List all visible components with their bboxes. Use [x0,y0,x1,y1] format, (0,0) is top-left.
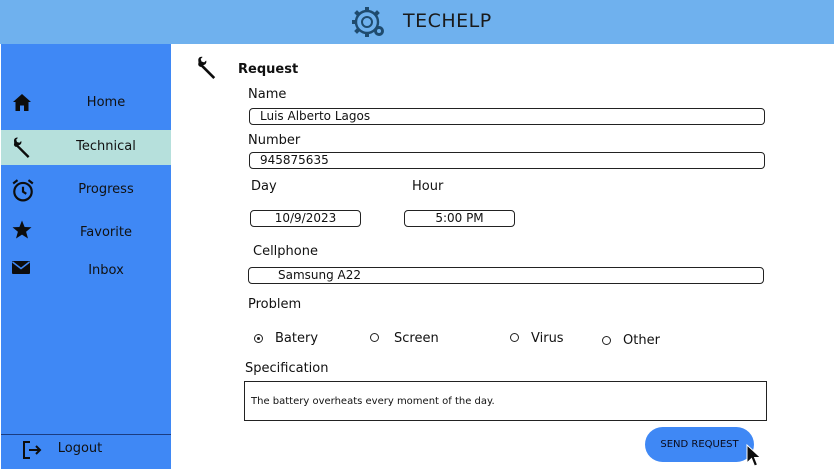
sidebar-item-progress[interactable]: Progress [1,173,171,208]
sidebar-item-technical[interactable]: Technical [1,130,171,165]
home-icon [13,94,31,111]
specification-textarea[interactable]: The battery overheats every moment of th… [244,381,767,421]
radio-other-label[interactable]: Other [623,333,660,348]
mouse-cursor-icon [746,444,762,467]
app-header: TECHELP [0,0,834,44]
name-label: Name [248,87,287,102]
app-title: TECHELP [403,10,492,32]
sidebar-item-favorite[interactable]: Favorite [1,216,171,251]
sidebar: Home Technical Progress Favorite Inbox L… [1,44,171,469]
number-field[interactable]: 945875635 [249,152,765,169]
sidebar-item-label: Technical [76,139,136,154]
radio-batery-label[interactable]: Batery [275,331,318,346]
radio-screen-label[interactable]: Screen [394,331,439,346]
radio-virus[interactable] [510,333,519,342]
day-field[interactable]: 10/9/2023 [250,210,361,227]
problem-label: Problem [248,297,302,312]
page-title: Request [238,62,299,77]
specification-label: Specification [245,361,329,376]
hour-label: Hour [412,179,444,194]
send-request-button[interactable]: SEND REQUEST [645,427,754,462]
sidebar-item-label: Home [86,95,126,110]
star-icon [12,220,32,239]
number-label: Number [248,133,301,148]
sidebar-item-label: Favorite [80,225,132,240]
sidebar-item-label: Progress [78,182,134,197]
radio-batery[interactable] [254,334,263,343]
radio-screen[interactable] [370,333,379,342]
logout-label: Logout [57,441,103,456]
alarm-clock-icon [12,179,34,202]
gear-wrench-logo-icon [352,7,384,37]
radio-virus-label[interactable]: Virus [531,331,564,346]
cellphone-label: Cellphone [253,244,318,259]
wrench-icon [13,137,30,158]
radio-other[interactable] [602,336,611,345]
name-field[interactable]: Luis Alberto Lagos [249,108,765,125]
cellphone-field[interactable]: Samsung A22 [248,267,764,284]
hour-field[interactable]: 5:00 PM [404,210,515,227]
day-label: Day [251,179,277,194]
sidebar-divider [1,434,171,435]
sidebar-item-home[interactable]: Home [1,86,171,121]
logout-button[interactable]: Logout [1,436,171,471]
sidebar-item-label: Inbox [88,263,124,278]
envelope-icon [12,261,30,274]
sidebar-item-inbox[interactable]: Inbox [1,254,171,289]
wrench-icon [198,56,216,79]
